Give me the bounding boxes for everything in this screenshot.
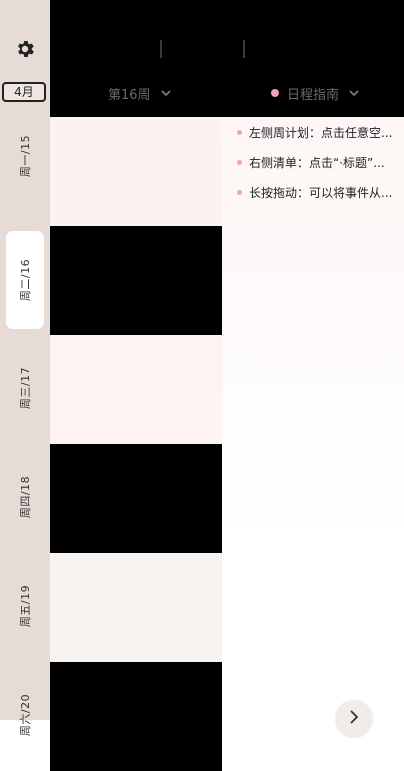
month-badge[interactable]: 4月: [2, 82, 46, 102]
guide-item[interactable]: 右侧清单：点击“·标题”...: [222, 151, 404, 173]
day-tab-wed[interactable]: 周三/17: [0, 334, 50, 442]
day-tab-fri[interactable]: 周五/19: [0, 552, 50, 660]
chevron-down-icon: [160, 90, 171, 97]
week-selector[interactable]: 第16周: [108, 82, 173, 104]
title-placeholder-left: [160, 40, 162, 58]
day-plan-block-tue[interactable]: [50, 226, 222, 335]
day-tab-thu[interactable]: 周四/18: [0, 443, 50, 551]
day-plan-block-sat[interactable]: [50, 662, 222, 771]
chevron-down-icon: [349, 90, 359, 97]
gear-icon[interactable]: [14, 38, 36, 60]
todo-panel: 左侧周计划：点击任意空... 右侧清单：点击“·标题”... 长按拖动：可以将事…: [222, 117, 404, 720]
guide-item-text: 长按拖动：可以将事件从...: [249, 185, 393, 200]
guide-dot-icon: [271, 89, 279, 97]
guide-label: 日程指南: [287, 87, 340, 103]
bullet-icon: [237, 129, 242, 135]
day-tab-tue[interactable]: 周二/16: [6, 231, 44, 329]
guide-selector[interactable]: 日程指南: [271, 82, 361, 104]
day-plan-block-wed[interactable]: [50, 335, 222, 444]
title-placeholder-right: [243, 40, 245, 58]
day-label: 周一/15: [19, 134, 32, 178]
guide-item[interactable]: 左侧周计划：点击任意空...: [222, 121, 404, 143]
day-label: 周六/20: [19, 693, 32, 737]
top-header: 第16周 日程指南: [50, 0, 404, 117]
day-plan-block-thu[interactable]: [50, 444, 222, 553]
guide-item-text: 右侧清单：点击“·标题”...: [249, 155, 385, 170]
week-label: 第16周: [108, 87, 151, 103]
guide-item[interactable]: 长按拖动：可以将事件从...: [222, 181, 404, 203]
chevron-right-icon: [350, 710, 359, 724]
day-sidebar: 4月 周一/15 周二/16 周三/17 周四/18 周五/19 周六/20: [0, 0, 50, 736]
day-tab-mon[interactable]: 周一/15: [0, 102, 50, 210]
day-label: 周二/16: [19, 258, 32, 302]
day-label: 周三/17: [19, 366, 32, 410]
next-button[interactable]: [336, 700, 372, 736]
day-tab-sat[interactable]: 周六/20: [0, 661, 50, 769]
bullet-icon: [237, 159, 242, 165]
day-plan-block-mon[interactable]: [50, 117, 222, 226]
bullet-icon: [237, 189, 242, 195]
day-plan-block-fri[interactable]: [50, 553, 222, 662]
day-label: 周五/19: [19, 584, 32, 628]
day-label: 周四/18: [19, 475, 32, 519]
guide-item-text: 左侧周计划：点击任意空...: [249, 125, 393, 140]
